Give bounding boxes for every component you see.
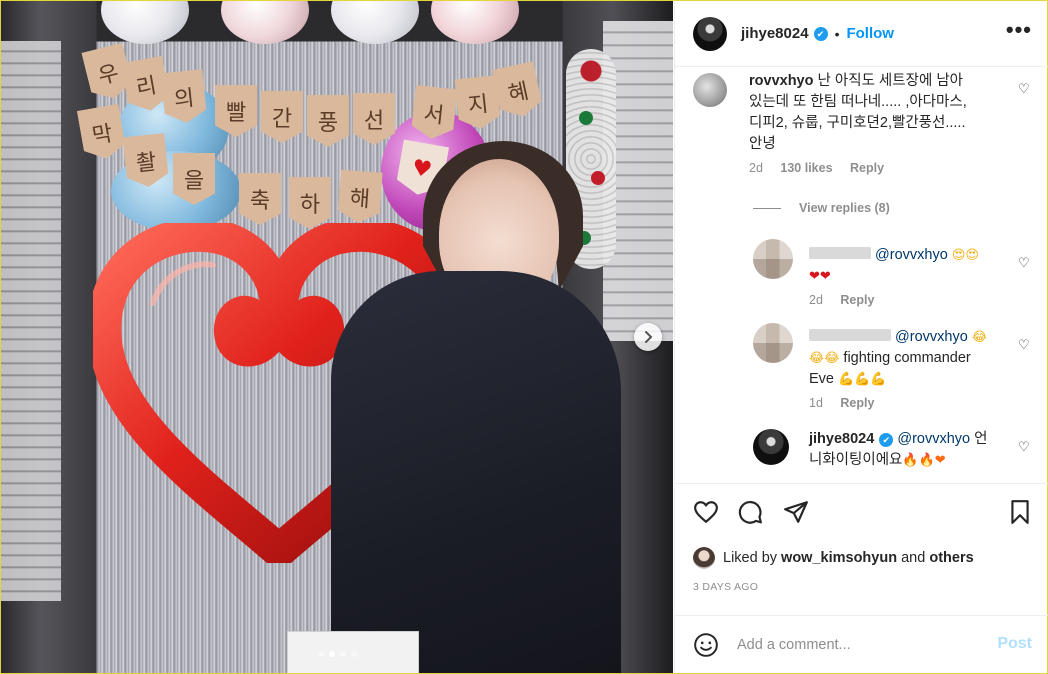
mention-link[interactable]: @rovvxhyo	[897, 431, 970, 447]
speech-bubble-icon[interactable]	[737, 499, 763, 525]
avatar[interactable]	[693, 547, 715, 569]
comment: rovvxhyo 난 아직도 세트장에 남아 있는데 또 한팀 떠나네.....…	[749, 71, 1019, 175]
chevron-right-icon	[645, 331, 653, 343]
comment-meta: 2d 130 likes Reply	[749, 161, 1019, 175]
comment-text: @rovvxhyo 😍😍 ❤❤	[809, 245, 1009, 287]
comment-body: 언	[974, 431, 988, 447]
carousel-dot	[317, 651, 324, 657]
verified-badge-icon: ✔	[879, 433, 894, 447]
carousel-dot	[339, 651, 346, 657]
comment-body: 니화이팅이에요	[809, 452, 903, 468]
reply-comment: @rovvxhyo 😍😍 ❤❤ 2d Reply	[809, 245, 1009, 307]
comment-text: jihye8024 ✔ @rovvxhyo 언 니화이팅이에요🔥🔥❤	[809, 429, 1009, 471]
window-blind-left	[1, 41, 61, 601]
mention-link[interactable]: @rovvxhyo	[875, 247, 948, 263]
heart-outline-icon[interactable]	[693, 499, 719, 525]
more-options-icon[interactable]: •••	[1006, 19, 1032, 41]
redacted-username	[809, 329, 891, 341]
comment-time: 1d	[809, 396, 823, 410]
comment-body: 있는데 또 한팀 떠나네..... ,아다마스,	[749, 94, 967, 110]
comment-username[interactable]: rovvxhyo	[749, 73, 813, 89]
avatar[interactable]	[693, 73, 727, 107]
view-replies-button[interactable]: View replies (8)	[753, 201, 890, 215]
follow-button[interactable]: Follow	[846, 25, 894, 42]
comment-text: rovvxhyo 난 아직도 세트장에 남아 있는데 또 한팀 떠나네.....…	[749, 71, 1019, 155]
reply-button[interactable]: Reply	[850, 161, 884, 175]
post-timestamp[interactable]: 3 DAYS AGO	[693, 581, 758, 593]
comment-body: 디피2, 슈룹, 구미호뎐2,빨간풍선.....	[749, 115, 966, 131]
post-sidebar: jihye8024 ✔ • Follow ••• rovvxhyo 난 아직도 …	[674, 1, 1048, 673]
comment-likes[interactable]: 130 likes	[780, 161, 832, 175]
comment-body: 안녕	[749, 136, 776, 152]
comment-text: @rovvxhyo 😂 😂😂 fighting commander Eve 💪💪…	[809, 327, 1009, 390]
smiley-icon[interactable]	[693, 632, 719, 658]
liked-by-others[interactable]: others	[929, 550, 973, 566]
comments-list[interactable]: rovvxhyo 난 아직도 세트장에 남아 있는데 또 한팀 떠나네.....…	[675, 67, 1048, 483]
mention-link[interactable]: @rovvxhyo	[895, 329, 968, 345]
author-username[interactable]: jihye8024	[741, 25, 809, 42]
emoji: 🔥🔥❤	[902, 453, 946, 468]
ornament	[591, 171, 605, 185]
avatar[interactable]	[753, 323, 793, 363]
reply-button[interactable]: Reply	[840, 396, 874, 410]
comment-body: 난 아직도 세트장에 남아	[817, 73, 964, 89]
emoji: 💪💪💪	[838, 372, 887, 387]
next-photo-button[interactable]	[634, 323, 662, 351]
reply-comment: @rovvxhyo 😂 😂😂 fighting commander Eve 💪💪…	[809, 327, 1009, 410]
emoji: 😂	[971, 330, 988, 345]
comment-time: 2d	[809, 293, 823, 307]
post-header: jihye8024 ✔ • Follow •••	[675, 1, 1048, 67]
like-comment-heart-icon[interactable]: ♡	[1018, 337, 1032, 352]
comment-meta: 1d Reply	[809, 396, 1009, 410]
avatar[interactable]	[753, 429, 789, 465]
comment-body: Eve	[809, 371, 834, 387]
carousel-dot-active	[328, 651, 335, 657]
carousel-dot	[350, 651, 357, 657]
comment-username[interactable]: jihye8024	[809, 431, 874, 447]
separator: •	[834, 25, 840, 42]
like-comment-heart-icon[interactable]: ♡	[1018, 439, 1032, 454]
person-coat	[331, 271, 621, 673]
post-photo[interactable]: 우 리 의 빨 간 풍 선 서 지 혜 막 촬 을 축 하 해 ♥	[1, 1, 673, 673]
post-button[interactable]: Post	[997, 635, 1032, 653]
add-comment-bar: Post	[675, 615, 1048, 673]
comment-input[interactable]	[737, 636, 967, 653]
carousel-indicator	[1, 651, 673, 657]
liked-by-summary: Liked by wow_kimsohyun and others	[693, 547, 974, 569]
bookmark-icon[interactable]	[1007, 499, 1033, 525]
ornament	[579, 111, 593, 125]
avatar[interactable]	[693, 16, 727, 51]
emoji: 😂😂	[809, 351, 840, 366]
verified-badge-icon: ✔	[813, 26, 828, 41]
emoji: ❤❤	[809, 269, 831, 284]
liked-by-and: and	[901, 550, 926, 566]
avatar[interactable]	[753, 239, 793, 279]
paper-plane-icon[interactable]	[783, 499, 809, 525]
like-comment-heart-icon[interactable]: ♡	[1018, 255, 1032, 270]
liked-by-prefix: Liked by	[723, 550, 778, 566]
reply-button[interactable]: Reply	[840, 293, 874, 307]
action-bar	[675, 483, 1048, 543]
divider	[753, 207, 781, 209]
comment-body: fighting commander	[843, 350, 971, 366]
liked-by-user[interactable]: wow_kimsohyun	[781, 550, 897, 566]
comment-time: 2d	[749, 161, 763, 175]
redacted-username	[809, 247, 871, 259]
emoji: 😍😍	[951, 248, 979, 263]
like-comment-heart-icon[interactable]: ♡	[1018, 81, 1032, 96]
reply-comment: jihye8024 ✔ @rovvxhyo 언 니화이팅이에요🔥🔥❤	[809, 429, 1009, 471]
view-replies-label: View replies (8)	[799, 201, 890, 215]
comment-meta: 2d Reply	[809, 293, 1009, 307]
